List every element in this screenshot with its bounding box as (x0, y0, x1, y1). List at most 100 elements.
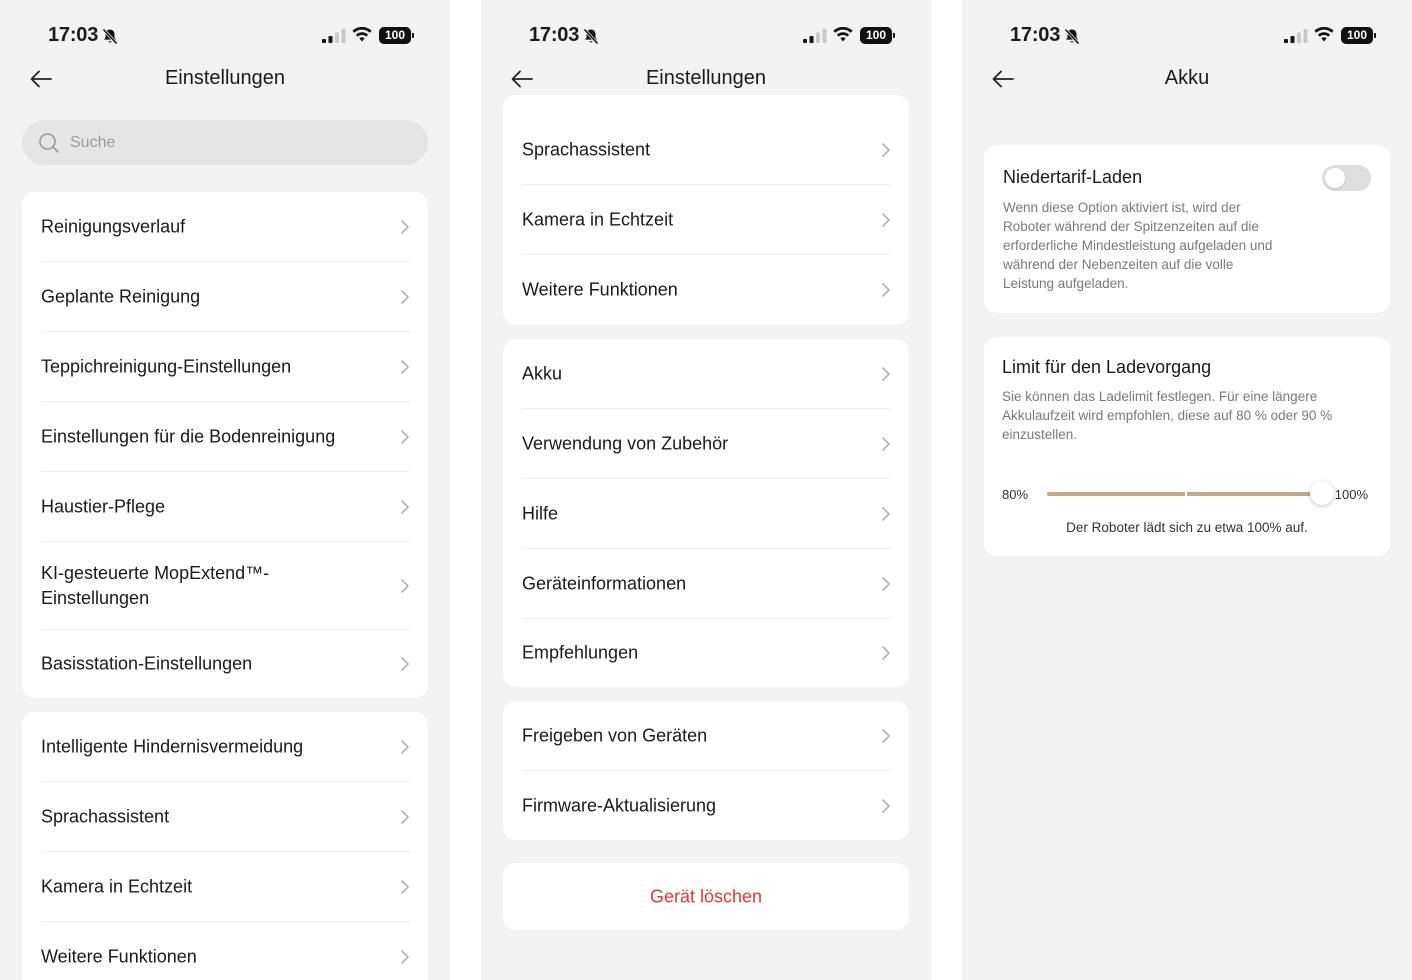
slider-min-label: 80% (1002, 487, 1029, 502)
settings-row[interactable]: KI-gesteuerte MopExtend™-Einstellungen (22, 542, 428, 630)
off-peak-title: Niedertarif-Laden (1003, 167, 1143, 187)
charge-limit-caption: Der Roboter lädt sich zu etwa 100% auf. (1066, 520, 1308, 535)
chevron-right-icon (882, 143, 890, 157)
settings-row[interactable]: Weitere Funktionen (22, 922, 428, 980)
chevron-right-icon (882, 798, 890, 813)
signal-icon (322, 29, 346, 43)
chevron-right-icon (882, 213, 890, 227)
chevron-right-icon (882, 367, 890, 381)
row-label: Reinigungsverlauf (41, 216, 186, 237)
off-peak-description: Wenn diese Option aktiviert ist, wird de… (1003, 200, 1273, 291)
row-label: Geplante Reinigung (41, 286, 201, 307)
settings-row[interactable]: Geräteinformationen (503, 549, 909, 619)
settings-card-features: Sprachassistent Kamera in Echtzeit Weite… (503, 95, 909, 325)
bell-slash-icon (1064, 28, 1080, 45)
row-label: Hilfe (522, 503, 559, 524)
settings-row[interactable]: Reinigungsverlauf (22, 192, 428, 262)
chevron-right-icon (401, 657, 409, 671)
page-title: Akku (1164, 67, 1210, 89)
settings-row[interactable]: Akku (503, 339, 909, 409)
chevron-right-icon (401, 880, 409, 894)
chevron-right-icon (401, 220, 409, 234)
screen-settings-top: 17:03 100 Einstellungen Reinigungsverlau… (0, 0, 450, 980)
row-label: KI-gesteuerte MopExtend™-Einstellungen (41, 563, 270, 608)
settings-row[interactable]: Basisstation-Einstellungen (22, 630, 428, 698)
chevron-right-icon (882, 577, 890, 591)
status-time: 17:03 (529, 24, 580, 46)
settings-row[interactable]: Verwendung von Zubehör (503, 409, 909, 479)
signal-icon (803, 29, 827, 43)
row-label: Freigeben von Geräten (522, 725, 708, 746)
nav-bar: Akku (962, 60, 1412, 100)
settings-row[interactable]: Kamera in Echtzeit (22, 852, 428, 922)
charge-limit-description: Sie können das Ladelimit festlegen. Für … (1002, 389, 1333, 442)
row-label: Empfehlungen (522, 642, 639, 663)
back-arrow-icon[interactable] (990, 66, 1016, 92)
row-label: Basisstation-Einstellungen (41, 653, 253, 674)
settings-row[interactable]: Sprachassistent (503, 115, 909, 185)
charge-limit-slider[interactable] (1047, 481, 1334, 505)
status-time: 17:03 (1010, 24, 1061, 46)
settings-row[interactable]: Weitere Funktionen (503, 255, 909, 325)
delete-device-button[interactable]: Gerät löschen (503, 863, 909, 930)
row-label: Intelligente Hindernisvermeidung (41, 736, 304, 757)
off-peak-toggle[interactable] (1322, 165, 1371, 191)
slider-thumb[interactable] (1310, 481, 1334, 505)
row-label: Haustier-Pflege (41, 496, 166, 517)
row-label: Verwendung von Zubehör (522, 433, 729, 454)
status-time: 17:03 (48, 24, 99, 46)
settings-row[interactable]: Einstellungen für die Bodenreinigung (22, 402, 428, 472)
chevron-right-icon (401, 430, 409, 444)
settings-card-main: Reinigungsverlauf Geplante Reinigung Tep… (22, 192, 428, 698)
settings-row[interactable]: Sprachassistent (22, 782, 428, 852)
chevron-right-icon (401, 950, 409, 964)
back-arrow-icon[interactable] (28, 66, 54, 92)
search-input[interactable] (70, 120, 410, 165)
settings-row[interactable]: Haustier-Pflege (22, 472, 428, 542)
settings-row[interactable]: Geplante Reinigung (22, 262, 428, 332)
battery-icon: 100 (1341, 27, 1376, 44)
search-icon (39, 133, 59, 153)
chevron-right-icon (882, 437, 890, 451)
row-label: Geräteinformationen (522, 573, 687, 594)
chevron-right-icon (401, 290, 409, 304)
signal-icon (1284, 29, 1308, 43)
row-label: Sprachassistent (41, 806, 170, 827)
chevron-right-icon (401, 740, 409, 754)
row-label: Kamera in Echtzeit (41, 876, 193, 897)
settings-card-device: Akku Verwendung von Zubehör Hilfe Geräte… (503, 339, 909, 687)
slider-max-label: 100% (1334, 487, 1368, 502)
back-arrow-icon[interactable] (509, 66, 535, 92)
settings-row[interactable]: Intelligente Hindernisvermeidung (22, 712, 428, 782)
battery-icon: 100 (379, 27, 414, 44)
screen-settings-bottom: 17:03 100 Einstellungen Sprachassistent … (481, 0, 931, 980)
chevron-right-icon (401, 810, 409, 824)
settings-row[interactable]: Freigeben von Geräten (503, 701, 909, 771)
chevron-right-icon (882, 646, 890, 660)
row-label: Weitere Funktionen (41, 946, 197, 967)
settings-row[interactable]: Hilfe (503, 479, 909, 549)
toggle-knob (1325, 168, 1345, 188)
delete-device-label: Gerät löschen (649, 886, 763, 906)
row-label: Firmware-Aktualisierung (522, 795, 717, 815)
chevron-right-icon (401, 500, 409, 514)
bell-slash-icon (583, 28, 599, 45)
charge-limit-card: Limit für den Ladevorgang Sie können das… (984, 337, 1390, 556)
status-bar: 17:03 100 (962, 22, 1412, 50)
page-title: Einstellungen (645, 67, 767, 89)
status-bar: 17:03 100 (481, 22, 931, 50)
chevron-right-icon (882, 729, 890, 743)
search-bar[interactable] (22, 120, 428, 165)
settings-row[interactable]: Kamera in Echtzeit (503, 185, 909, 255)
row-label: Sprachassistent (522, 139, 651, 160)
off-peak-charging-card: Niedertarif-Laden Wenn diese Option akti… (984, 145, 1390, 313)
settings-card-features: Intelligente Hindernisvermeidung Spracha… (22, 712, 428, 980)
settings-row[interactable]: Empfehlungen (503, 619, 909, 687)
settings-card-sharing: Freigeben von Geräten Firmware-Aktualisi… (503, 701, 909, 840)
slider-step-notch (1184, 490, 1187, 498)
settings-row[interactable]: Teppichreinigung-Einstellungen (22, 332, 428, 402)
settings-row[interactable]: Firmware-Aktualisierung (503, 771, 909, 840)
page-title: Einstellungen (164, 67, 286, 89)
row-label: Kamera in Echtzeit (522, 209, 674, 230)
bell-slash-icon (102, 28, 118, 45)
